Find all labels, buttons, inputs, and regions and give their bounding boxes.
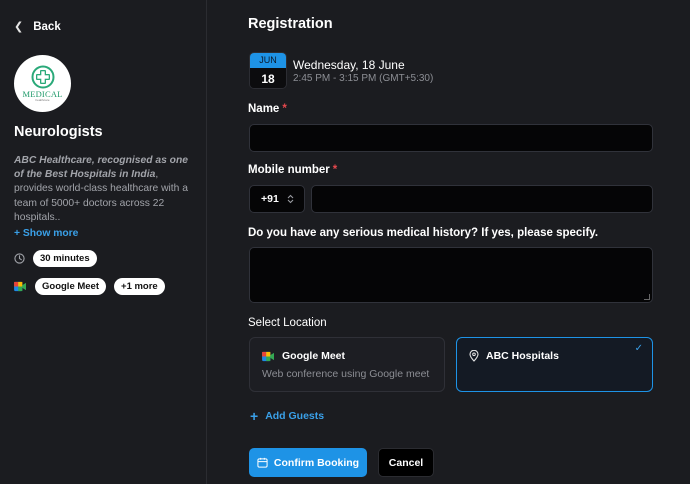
add-guests-button[interactable]: + Add Guests xyxy=(250,408,325,424)
required-mark: * xyxy=(282,103,287,115)
add-guests-label: Add Guests xyxy=(265,410,325,422)
resize-handle[interactable] xyxy=(644,294,650,300)
logo-subtitle: healthcare xyxy=(35,98,50,103)
show-more-link[interactable]: + Show more xyxy=(14,228,78,239)
country-code-select[interactable]: +91 xyxy=(249,185,305,213)
name-label: Name * xyxy=(248,103,287,115)
mobile-label-text: Mobile number xyxy=(248,164,330,176)
location-option-label: Google Meet xyxy=(282,350,346,362)
chevron-up-down-icon xyxy=(287,194,294,204)
description-highlight: ABC Healthcare, recognised as one of the… xyxy=(14,155,188,181)
location-row: Google Meet +1 more xyxy=(14,278,165,295)
plus-icon: + xyxy=(250,408,259,424)
location-option-name: ABC Hospitals xyxy=(469,350,559,362)
google-meet-icon xyxy=(262,351,274,361)
location-label: Select Location xyxy=(248,317,327,329)
location-option-label: ABC Hospitals xyxy=(486,350,559,362)
mobile-label: Mobile number * xyxy=(248,164,337,176)
calendar-icon xyxy=(257,457,268,468)
duration-pill: 30 minutes xyxy=(33,250,97,267)
confirm-booking-label: Confirm Booking xyxy=(273,456,360,469)
map-pin-icon xyxy=(469,350,479,362)
date-full: Wednesday, 18 June xyxy=(293,58,405,72)
registration-form: Registration JUN 18 Wednesday, 18 June 2… xyxy=(248,0,654,484)
country-code-value: +91 xyxy=(261,193,279,205)
cancel-button[interactable]: Cancel xyxy=(378,448,434,477)
google-meet-icon xyxy=(14,281,26,292)
more-locations-pill[interactable]: +1 more xyxy=(114,278,165,295)
date-day: 18 xyxy=(250,68,286,88)
date-badge: JUN 18 xyxy=(249,52,287,89)
history-label: Do you have any serious medical history?… xyxy=(248,227,599,239)
medical-cross-icon xyxy=(31,65,54,89)
required-mark: * xyxy=(332,164,338,176)
location-option-name: Google Meet xyxy=(262,350,345,362)
location-option-abc-hospitals[interactable]: ABC Hospitals ✓ xyxy=(456,337,653,392)
logo-word: MEDICAL xyxy=(22,88,63,99)
mobile-input[interactable] xyxy=(311,185,653,213)
location-option-description: Web conference using Google meet xyxy=(262,368,430,380)
organization-logo: MEDICAL healthcare xyxy=(14,55,71,112)
location-pill: Google Meet xyxy=(35,278,107,295)
confirm-booking-button[interactable]: Confirm Booking xyxy=(249,448,367,477)
page-title: Registration xyxy=(248,16,333,32)
date-month: JUN xyxy=(250,53,286,68)
medical-history-textarea[interactable] xyxy=(249,247,653,303)
back-label: Back xyxy=(33,20,61,33)
clock-icon xyxy=(14,253,25,264)
time-range: 2:45 PM - 3:15 PM (GMT+5:30) xyxy=(293,73,434,84)
sidebar: ❮ Back MEDICAL healthcare Neurologists A… xyxy=(0,0,207,484)
name-input[interactable] xyxy=(249,124,653,152)
event-title: Neurologists xyxy=(14,124,103,140)
location-option-google-meet[interactable]: Google Meet Web conference using Google … xyxy=(249,337,445,392)
duration-row: 30 minutes xyxy=(14,250,97,267)
chevron-left-icon: ❮ xyxy=(14,21,24,33)
back-button[interactable]: ❮ Back xyxy=(14,20,61,34)
name-label-text: Name xyxy=(248,103,280,115)
event-description: ABC Healthcare, recognised as one of the… xyxy=(14,154,194,225)
checkmark-icon: ✓ xyxy=(634,343,643,354)
